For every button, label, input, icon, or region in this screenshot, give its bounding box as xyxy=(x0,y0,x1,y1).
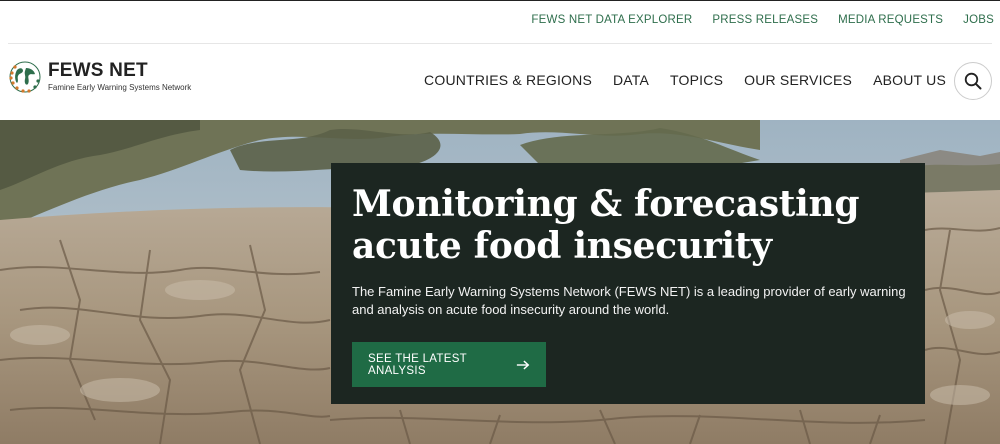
arrow-right-icon xyxy=(516,360,530,369)
hero-description: The Famine Early Warning Systems Network… xyxy=(352,284,906,317)
hero-title-line-2: acute food insecurity xyxy=(352,225,772,267)
hero-title-line-1: Monitoring & forecasting xyxy=(352,183,860,225)
nav-data[interactable]: DATA xyxy=(613,72,649,88)
search-button[interactable] xyxy=(954,62,992,100)
utility-nav: FEWS NET DATA EXPLORER PRESS RELEASES ME… xyxy=(531,14,994,26)
utility-link-jobs[interactable]: JOBS xyxy=(963,14,994,26)
utility-link-media-requests[interactable]: MEDIA REQUESTS xyxy=(838,14,943,26)
logo-title: FEWS NET xyxy=(48,60,148,81)
site-logo[interactable]: FEWS NET Famine Early Warning Systems Ne… xyxy=(8,60,191,94)
see-latest-analysis-button[interactable]: SEE THE LATEST ANALYSIS xyxy=(352,342,546,387)
logo-subtitle: Famine Early Warning Systems Network xyxy=(48,83,192,92)
nav-countries-regions[interactable]: COUNTRIES & REGIONS xyxy=(424,72,592,88)
search-icon xyxy=(964,72,982,90)
utility-link-data-explorer[interactable]: FEWS NET DATA EXPLORER xyxy=(531,14,692,26)
globe-logo-icon xyxy=(9,61,41,93)
hero-card: Monitoring & forecasting acute food inse… xyxy=(331,163,925,404)
nav-about-us[interactable]: ABOUT US xyxy=(873,72,946,88)
nav-our-services[interactable]: OUR SERVICES xyxy=(744,72,852,88)
cta-label: SEE THE LATEST ANALYSIS xyxy=(368,352,467,377)
utility-bar: FEWS NET DATA EXPLORER PRESS RELEASES ME… xyxy=(0,0,1000,44)
utility-link-press-releases[interactable]: PRESS RELEASES xyxy=(712,14,818,26)
logo-text: FEWS NET Famine Early Warning Systems Ne… xyxy=(48,61,191,93)
main-header: FEWS NET Famine Early Warning Systems Ne… xyxy=(0,44,1000,120)
hero-title: Monitoring & forecasting acute food inse… xyxy=(352,183,904,267)
nav-topics[interactable]: TOPICS xyxy=(670,72,723,88)
hero-section: Monitoring & forecasting acute food inse… xyxy=(0,120,1000,444)
main-nav: COUNTRIES & REGIONS DATA TOPICS OUR SERV… xyxy=(424,72,946,88)
